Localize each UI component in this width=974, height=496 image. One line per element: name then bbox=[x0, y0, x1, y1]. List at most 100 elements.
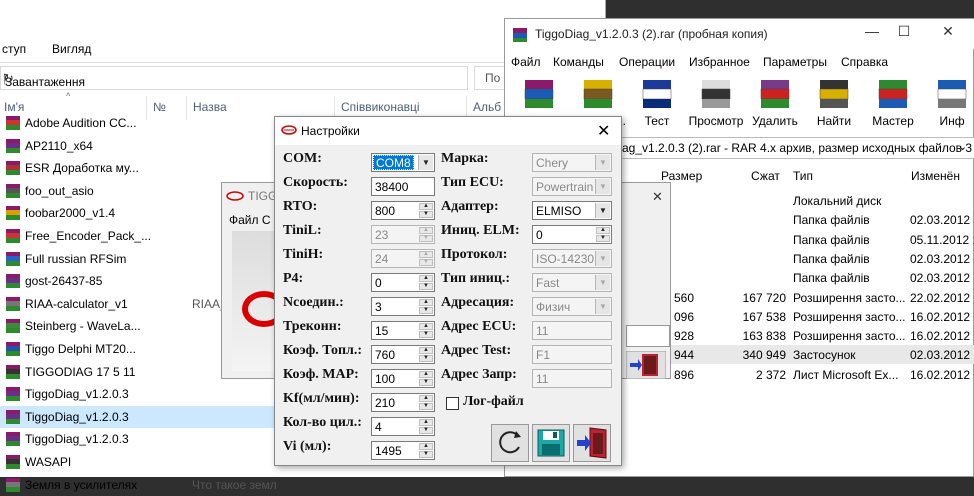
chevron-down-icon[interactable]: ⌄ bbox=[958, 140, 967, 153]
menu-view[interactable]: Вигляд bbox=[52, 42, 91, 56]
field-label: Адресация: bbox=[441, 295, 515, 310]
spinbox: 23 ▲ ▼ bbox=[371, 225, 435, 244]
spin-buttons[interactable]: ▲ ▼ bbox=[419, 347, 433, 362]
spinbox[interactable]: 0 ▲ ▼ bbox=[532, 225, 612, 244]
refresh-icon[interactable]: ↻ bbox=[3, 71, 14, 87]
spin-down-icon[interactable]: ▼ bbox=[419, 355, 433, 362]
spin-down-icon[interactable]: ▼ bbox=[419, 331, 433, 338]
field-label: P4: bbox=[283, 271, 304, 286]
save-button[interactable] bbox=[532, 424, 570, 462]
tiggodiag-menu[interactable]: Файл С bbox=[229, 213, 271, 227]
field-label: Адрес Test: bbox=[441, 343, 512, 358]
menu-operations[interactable]: Операции bbox=[619, 55, 675, 69]
spin-down-icon[interactable]: ▼ bbox=[419, 451, 433, 458]
minimize-button[interactable]: — bbox=[857, 23, 887, 39]
text-field: 11 bbox=[532, 369, 612, 388]
menu-favorites[interactable]: Избранное bbox=[689, 55, 750, 69]
spin-up-icon[interactable]: ▲ bbox=[419, 371, 433, 378]
settings-titlebar[interactable]: Настройки ✕ bbox=[275, 117, 621, 145]
column-type[interactable]: Тип bbox=[793, 169, 813, 183]
maximize-button[interactable]: ☐ bbox=[889, 23, 919, 40]
field-label: Треконн: bbox=[283, 319, 342, 334]
spinbox[interactable]: 1495 ▲ ▼ bbox=[371, 441, 435, 460]
spinbox[interactable]: 0 ▲ ▼ bbox=[371, 273, 435, 292]
spin-down-icon[interactable]: ▼ bbox=[419, 379, 433, 386]
spin-buttons[interactable]: ▲ ▼ bbox=[419, 275, 433, 290]
file-type-icon bbox=[6, 364, 20, 379]
spin-up-icon[interactable]: ▲ bbox=[419, 419, 433, 426]
refresh-button[interactable] bbox=[491, 424, 529, 462]
file-type-icon bbox=[6, 432, 20, 447]
field-value: 38400 bbox=[375, 180, 409, 194]
spin-up-icon[interactable]: ▲ bbox=[419, 275, 433, 282]
spinbox[interactable]: 15 ▲ ▼ bbox=[371, 321, 435, 340]
spin-down-icon[interactable]: ▼ bbox=[419, 403, 433, 410]
spin-buttons[interactable]: ▲ ▼ bbox=[419, 203, 433, 218]
exit-button[interactable] bbox=[573, 424, 611, 462]
spin-buttons[interactable]: ▲ ▼ bbox=[419, 395, 433, 410]
chevron-down-icon[interactable]: ▼ bbox=[418, 155, 433, 170]
menu-options[interactable]: Параметры bbox=[763, 55, 827, 69]
dropdown[interactable]: ELMISO ▼ bbox=[532, 201, 612, 220]
spinbox[interactable]: 100 ▲ ▼ bbox=[371, 369, 435, 388]
spin-up-icon[interactable]: ▲ bbox=[419, 443, 433, 450]
menu-help[interactable]: Справка bbox=[841, 55, 888, 69]
menu-file[interactable]: Файл bbox=[511, 55, 541, 69]
file-name: foobar2000_v1.4 bbox=[25, 206, 116, 221]
spin-up-icon[interactable]: ▲ bbox=[419, 299, 433, 306]
field-label: Адрес ECU: bbox=[441, 319, 517, 334]
row-type: Папка файлів bbox=[793, 251, 870, 266]
breadcrumb-downloads[interactable]: Завантаження bbox=[5, 75, 85, 89]
toolbar-button-4[interactable]: Просмотр bbox=[686, 73, 746, 133]
file-type-icon bbox=[6, 319, 20, 334]
winrar-titlebar[interactable]: TiggoDiag_v1.2.0.3 (2).rar (пробная копи… bbox=[505, 19, 974, 49]
row-size: 896 bbox=[673, 367, 694, 382]
text-field[interactable]: 38400 bbox=[371, 177, 435, 196]
row-type: Лист Microsoft Ex... bbox=[793, 367, 899, 382]
spinbox[interactable]: 800 ▲ ▼ bbox=[371, 201, 435, 220]
spin-down-icon[interactable]: ▼ bbox=[419, 427, 433, 434]
spinbox[interactable]: 210 ▲ ▼ bbox=[371, 393, 435, 412]
toolbar-button-6[interactable]: Найти bbox=[804, 73, 864, 133]
spin-buttons[interactable]: ▲ ▼ bbox=[596, 227, 610, 242]
spinbox[interactable]: 3 ▲ ▼ bbox=[371, 297, 435, 316]
spin-down-icon[interactable]: ▼ bbox=[596, 235, 610, 242]
row-modified: 02.03.2012 1 bbox=[910, 213, 974, 228]
settings-close-button[interactable]: ✕ bbox=[597, 121, 610, 141]
spin-down-icon[interactable]: ▼ bbox=[419, 307, 433, 314]
menu-commands[interactable]: Команды bbox=[553, 55, 604, 69]
file-title: Что такое земл bbox=[192, 477, 277, 492]
spin-buttons[interactable]: ▲ ▼ bbox=[419, 371, 433, 386]
tiggodiag-close-button[interactable]: ✕ bbox=[652, 189, 663, 205]
spin-buttons[interactable]: ▲ ▼ bbox=[419, 323, 433, 338]
spin-buttons[interactable]: ▲ ▼ bbox=[419, 299, 433, 314]
spin-buttons[interactable]: ▲ ▼ bbox=[419, 419, 433, 434]
dropdown[interactable]: COM8 ▼ bbox=[371, 153, 435, 172]
spin-up-icon[interactable]: ▲ bbox=[419, 323, 433, 330]
spinbox[interactable]: 4 ▲ ▼ bbox=[371, 417, 435, 436]
spin-down-icon[interactable]: ▼ bbox=[419, 211, 433, 218]
exit-door-button[interactable] bbox=[625, 350, 668, 380]
field-value: 800 bbox=[375, 204, 396, 218]
chevron-down-icon[interactable]: ▼ bbox=[595, 203, 610, 218]
spin-down-icon[interactable]: ▼ bbox=[419, 283, 433, 290]
close-button[interactable]: ✕ bbox=[933, 23, 963, 40]
spin-buttons[interactable]: ▲ ▼ bbox=[419, 443, 433, 458]
column-size[interactable]: Размер bbox=[661, 169, 702, 183]
toolbar-button-3[interactable]: Тест bbox=[627, 73, 687, 133]
column-modified[interactable]: Изменён bbox=[911, 169, 960, 183]
address-bar[interactable]: Завантаження › | ↻ bbox=[0, 66, 468, 90]
spin-up-icon[interactable]: ▲ bbox=[419, 395, 433, 402]
toolbar-button-7[interactable]: Мастер bbox=[863, 73, 923, 133]
tiggodiag-input[interactable] bbox=[626, 325, 670, 347]
toolbar-button-8[interactable]: Инф bbox=[922, 73, 974, 133]
spin-up-icon[interactable]: ▲ bbox=[419, 203, 433, 210]
spin-up-icon[interactable]: ▲ bbox=[596, 227, 610, 234]
winrar-title: TiggoDiag_v1.2.0.3 (2).rar (пробная копи… bbox=[535, 27, 768, 41]
spin-up-icon[interactable]: ▲ bbox=[419, 347, 433, 354]
spinbox[interactable]: 760 ▲ ▼ bbox=[371, 345, 435, 364]
menu-share[interactable]: ступ bbox=[2, 42, 26, 56]
column-packed[interactable]: Сжат bbox=[751, 169, 780, 183]
toolbar-button-5[interactable]: Удалить bbox=[745, 73, 805, 133]
log-file-checkbox[interactable] bbox=[446, 397, 459, 410]
